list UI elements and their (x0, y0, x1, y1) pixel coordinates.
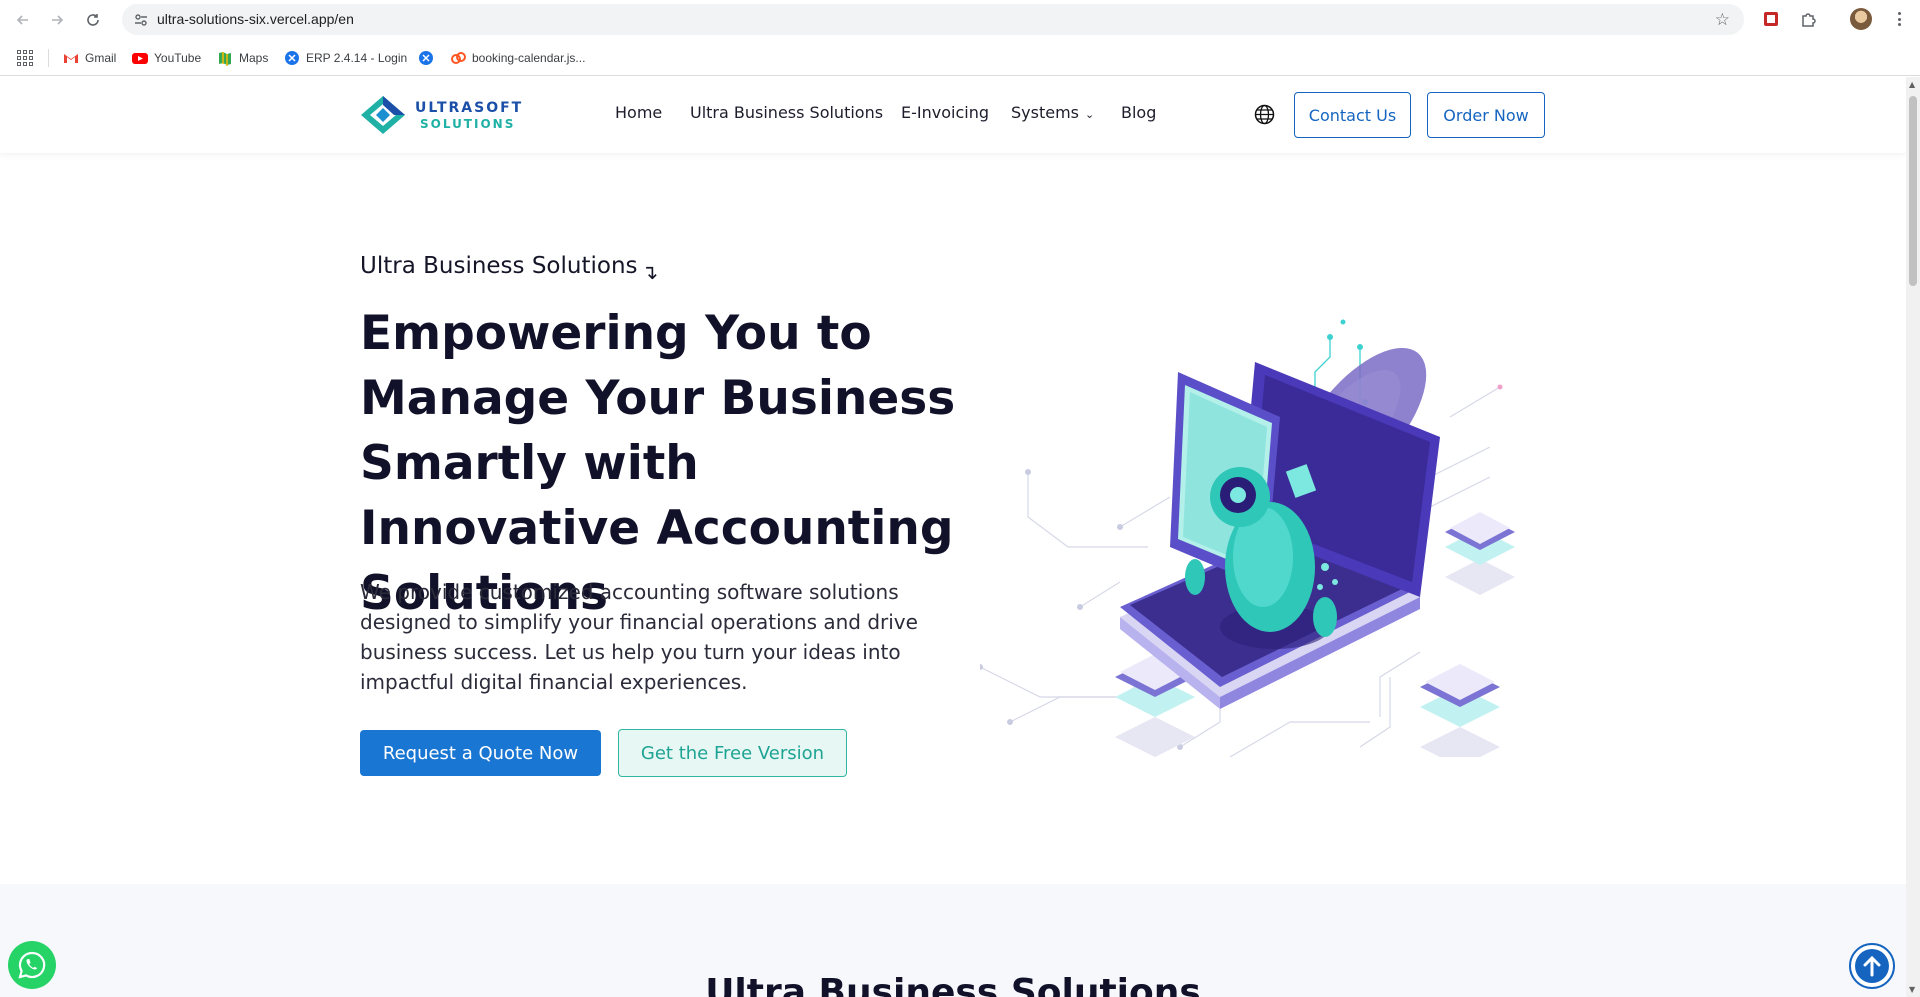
bookmark-star-icon[interactable]: ☆ (1715, 10, 1730, 30)
scrollbar-thumb[interactable] (1909, 96, 1917, 286)
scroll-to-top-button[interactable] (1849, 943, 1895, 989)
nav-systems-label: Systems (1011, 103, 1079, 122)
site-header: ULTRASOFT SOLUTIONS Home Ultra Business … (0, 77, 1906, 153)
booking-icon (451, 52, 466, 64)
browser-toolbar: ultra-solutions-six.vercel.app/en ☆ (0, 0, 1920, 39)
gmail-icon (64, 54, 78, 63)
hero-eyebrow-text: Ultra Business Solutions (360, 253, 638, 279)
order-now-button[interactable]: Order Now (1427, 92, 1545, 138)
arrow-up-icon (1855, 949, 1889, 983)
page-viewport: ULTRASOFT SOLUTIONS Home Ultra Business … (0, 77, 1906, 997)
logo-line2: SOLUTIONS (420, 116, 516, 131)
nav-systems[interactable]: Systems ⌄ (1011, 103, 1094, 122)
bookmark-gmail[interactable]: Gmail (63, 48, 116, 68)
chevron-down-icon: ⌄ (1085, 108, 1095, 121)
whatsapp-icon (18, 951, 46, 979)
address-bar[interactable]: ultra-solutions-six.vercel.app/en ☆ (122, 4, 1744, 35)
forward-icon[interactable] (43, 6, 71, 34)
whatsapp-chat-button[interactable] (8, 941, 56, 989)
apps-grid-icon[interactable] (17, 50, 33, 66)
section-title: Ultra Business Solutions (705, 972, 1201, 997)
bookmark-maps[interactable]: Maps (217, 48, 268, 68)
logo-line1: ULTRASOFT (415, 99, 524, 116)
erp-icon (285, 51, 299, 65)
bookmark-erp-2[interactable] (418, 48, 434, 68)
bookmarks-bar: Gmail YouTube Maps ERP 2.4.14 - Login bo… (0, 39, 1920, 76)
bookmark-erp[interactable]: ERP 2.4.14 - Login (284, 48, 407, 68)
site-info-icon[interactable] (132, 11, 150, 29)
browser-menu-icon[interactable] (1893, 9, 1905, 29)
free-version-button[interactable]: Get the Free Version (618, 729, 847, 777)
bookmark-youtube[interactable]: YouTube (132, 48, 201, 68)
extension-icon[interactable] (1762, 10, 1780, 28)
hero-eyebrow: Ultra Business Solutions ↴ (360, 253, 658, 284)
url-text[interactable]: ultra-solutions-six.vercel.app/en (157, 11, 354, 27)
nav-home[interactable]: Home (615, 103, 662, 122)
language-globe-icon[interactable] (1254, 104, 1275, 125)
ultrasoft-logo-icon (361, 96, 405, 134)
erp-icon (419, 51, 433, 65)
divider (48, 49, 49, 67)
maps-icon (219, 52, 231, 66)
youtube-icon (132, 53, 148, 64)
hero-description: We provide customized accounting softwar… (360, 580, 918, 694)
scroll-down-arrow-icon[interactable]: ▼ (1909, 985, 1915, 994)
bookmark-booking-calendar[interactable]: booking-calendar.js... (450, 48, 585, 68)
profile-avatar[interactable] (1850, 8, 1872, 30)
request-quote-button[interactable]: Request a Quote Now (360, 730, 601, 776)
extensions-puzzle-icon[interactable] (1799, 9, 1819, 29)
contact-us-button[interactable]: Contact Us (1294, 92, 1411, 138)
arrow-down-corner-icon: ↴ (641, 260, 659, 284)
hero-illustration (980, 319, 1515, 757)
scroll-up-arrow-icon[interactable]: ▲ (1909, 80, 1915, 89)
page-scrollbar[interactable]: ▲ ▼ (1906, 77, 1920, 997)
reload-icon[interactable] (79, 6, 107, 34)
nav-blog[interactable]: Blog (1121, 103, 1156, 122)
nav-e-invoicing[interactable]: E-Invoicing (901, 103, 989, 122)
site-logo[interactable]: ULTRASOFT SOLUTIONS (359, 94, 523, 136)
nav-ultra-business-solutions[interactable]: Ultra Business Solutions (690, 103, 883, 122)
back-icon[interactable] (9, 6, 37, 34)
